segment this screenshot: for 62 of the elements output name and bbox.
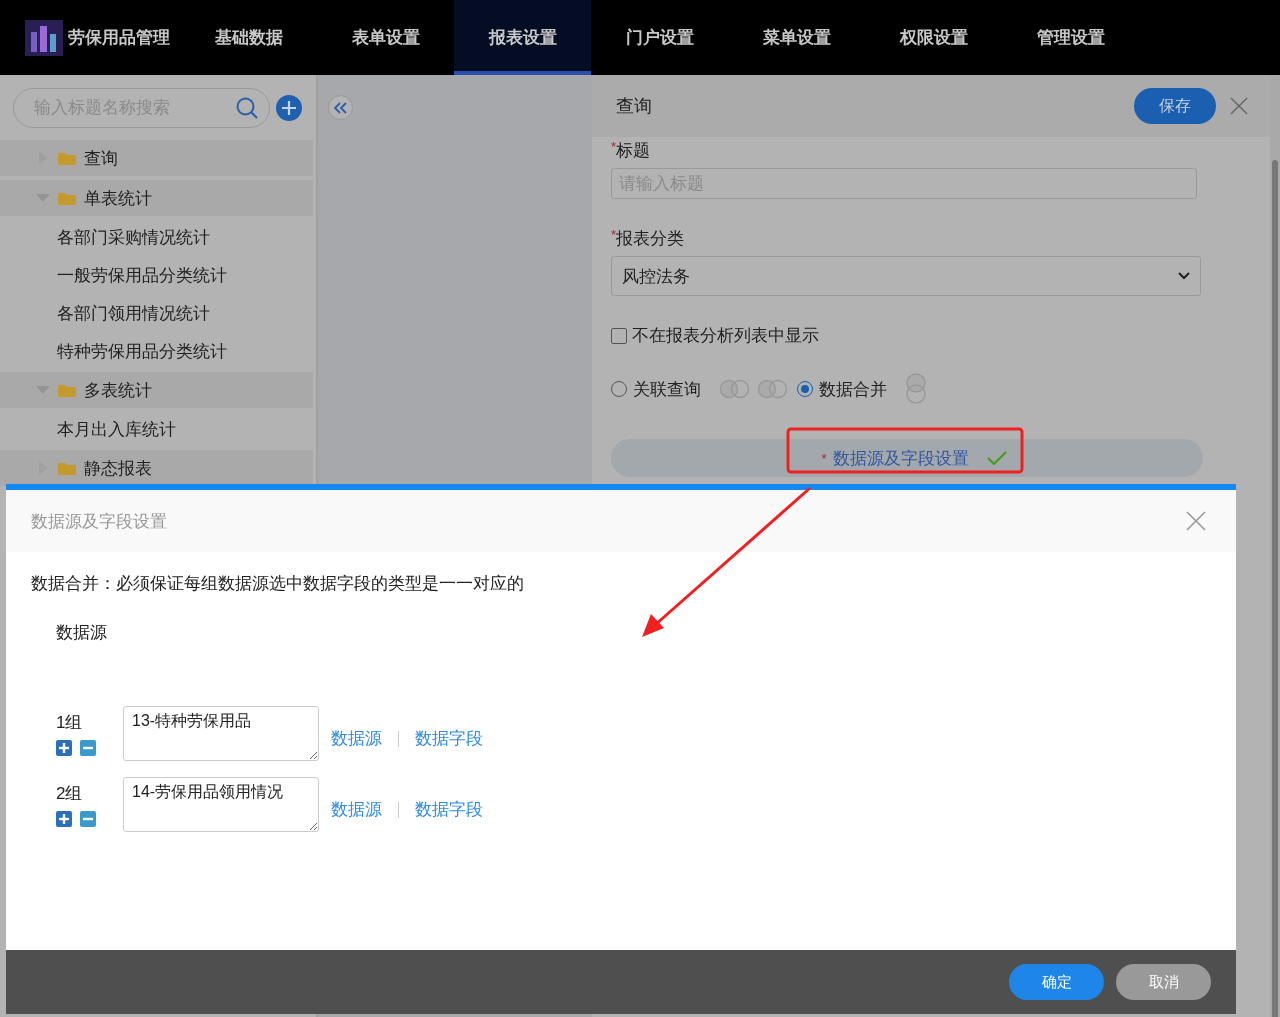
overlapping-circles-icon: [757, 379, 789, 399]
double-chevron-left-icon: [333, 101, 348, 114]
link[interactable]: 数据源: [331, 798, 382, 821]
close-icon[interactable]: [1230, 97, 1248, 115]
chevron-down-icon: [1178, 272, 1190, 280]
checkbox[interactable]: [611, 327, 627, 344]
tree-item[interactable]: 各部门采购情况统计: [0, 218, 316, 256]
nav-tab[interactable]: 管理设置: [1002, 0, 1139, 75]
group-label: 2组: [56, 783, 84, 805]
app-title: 劳保用品管理: [68, 27, 170, 49]
datasource-textarea[interactable]: 13-特种劳保用品: [123, 706, 319, 761]
panel-title: 查询: [616, 95, 653, 118]
city-logo: [25, 19, 63, 56]
nav-tab[interactable]: 门户设置: [591, 0, 728, 75]
dialog-title: 数据源及字段设置: [31, 510, 167, 533]
radio-label: 关联查询: [633, 378, 701, 401]
folder-label: 查询: [84, 147, 118, 170]
minus-icon[interactable]: [80, 811, 96, 827]
tree-item[interactable]: 各部门领用情况统计: [0, 294, 316, 332]
folder-icon: [58, 383, 76, 397]
nav-tab[interactable]: 基础数据: [180, 0, 317, 75]
link[interactable]: 数据字段: [415, 798, 483, 821]
field-label: *报表分类: [611, 227, 686, 250]
link[interactable]: 数据字段: [415, 727, 483, 750]
collapse-button[interactable]: [328, 95, 353, 120]
folder-label: 多表统计: [84, 379, 152, 402]
folder-icon: [58, 461, 76, 475]
merge-note: 数据合并：必须保证每组数据源选中数据字段的类型是一一对应的: [31, 573, 525, 595]
folder-label: 单表统计: [84, 187, 152, 210]
close-icon[interactable]: [1186, 511, 1206, 531]
nav-tab[interactable]: 表单设置: [317, 0, 454, 75]
stacked-circles-icon: [905, 372, 927, 406]
field-label: *标题: [611, 139, 652, 162]
tree-folder-row[interactable]: 查询: [0, 140, 313, 176]
folder-label: 静态报表: [84, 457, 152, 480]
nav-tab[interactable]: 菜单设置: [728, 0, 865, 75]
tree-item[interactable]: 一般劳保用品分类统计: [0, 256, 316, 294]
plus-icon[interactable]: [56, 811, 72, 827]
nav-tab[interactable]: 权限设置: [865, 0, 1002, 75]
search-icon[interactable]: [236, 97, 258, 119]
folder-icon: [58, 191, 76, 205]
checkbox-label: 不在报表分析列表中显示: [632, 325, 819, 347]
scrollbar-thumb[interactable]: [1272, 160, 1278, 1017]
save-button[interactable]: 保存: [1134, 88, 1216, 124]
radio-label: 数据合并: [819, 378, 887, 401]
nav-tab[interactable]: 报表设置: [454, 0, 591, 75]
add-icon[interactable]: [276, 95, 302, 121]
tree-folder-row[interactable]: 多表统计: [0, 372, 313, 408]
section-label: 数据源: [56, 622, 108, 644]
category-select[interactable]: 风控法务: [611, 256, 1201, 296]
group-label: 1组: [56, 712, 84, 734]
confirm-button[interactable]: 确定: [1009, 964, 1104, 1000]
overlapping-circles-icon: [719, 379, 751, 399]
datasource-textarea[interactable]: 14-劳保用品领用情况: [123, 777, 319, 832]
tree-item[interactable]: 特种劳保用品分类统计: [0, 332, 316, 370]
plus-icon[interactable]: [56, 740, 72, 756]
tree-folder-row[interactable]: 单表统计: [0, 180, 313, 216]
minus-icon[interactable]: [80, 740, 96, 756]
folder-icon: [58, 151, 76, 165]
link[interactable]: 数据源: [331, 727, 382, 750]
tree-item[interactable]: 本月出入库统计: [0, 410, 316, 448]
tree-folder-row[interactable]: 静态报表: [0, 450, 313, 486]
